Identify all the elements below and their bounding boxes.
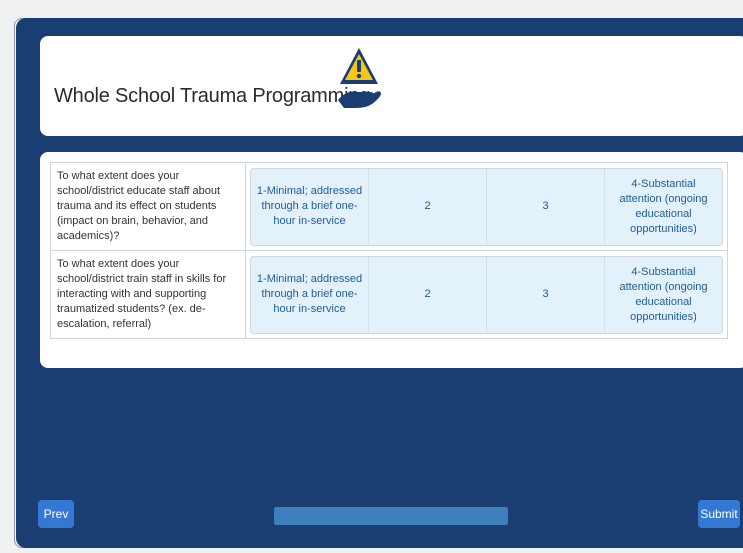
prev-button[interactable]: Prev — [38, 500, 74, 528]
option-4-substantial[interactable]: 4-Substantial attention (ongoing educati… — [605, 169, 722, 245]
option-3[interactable]: 3 — [487, 256, 605, 333]
option-group: 1-Minimal; addressed through a brief one… — [250, 255, 723, 334]
hand-warning-icon — [338, 48, 381, 108]
progress-bar — [274, 507, 508, 525]
option-group: 1-Minimal; addressed through a brief one… — [250, 167, 723, 246]
matrix-row: To what extent does your school/district… — [50, 251, 728, 339]
survey-container: Whole School Trauma Programming To what … — [16, 18, 743, 548]
survey-header: Whole School Trauma Programming — [40, 36, 743, 136]
submit-button[interactable]: Submit — [698, 500, 740, 528]
options-cell: 1-Minimal; addressed through a brief one… — [246, 162, 728, 251]
progress-bar-fill — [274, 507, 508, 525]
likert-matrix: To what extent does your school/district… — [50, 162, 728, 339]
question-text: To what extent does your school/district… — [50, 251, 246, 339]
page-title: Whole School Trauma Programming — [54, 85, 371, 107]
matrix-question-panel: To what extent does your school/district… — [40, 152, 743, 368]
question-text: To what extent does your school/district… — [50, 162, 246, 251]
option-3[interactable]: 3 — [487, 168, 605, 245]
option-4-substantial[interactable]: 4-Substantial attention (ongoing educati… — [605, 257, 722, 333]
matrix-row: To what extent does your school/district… — [50, 162, 728, 251]
option-2[interactable]: 2 — [369, 256, 487, 333]
option-2[interactable]: 2 — [369, 168, 487, 245]
options-cell: 1-Minimal; addressed through a brief one… — [246, 251, 728, 339]
option-1-minimal[interactable]: 1-Minimal; addressed through a brief one… — [251, 256, 369, 333]
option-1-minimal[interactable]: 1-Minimal; addressed through a brief one… — [251, 168, 369, 245]
